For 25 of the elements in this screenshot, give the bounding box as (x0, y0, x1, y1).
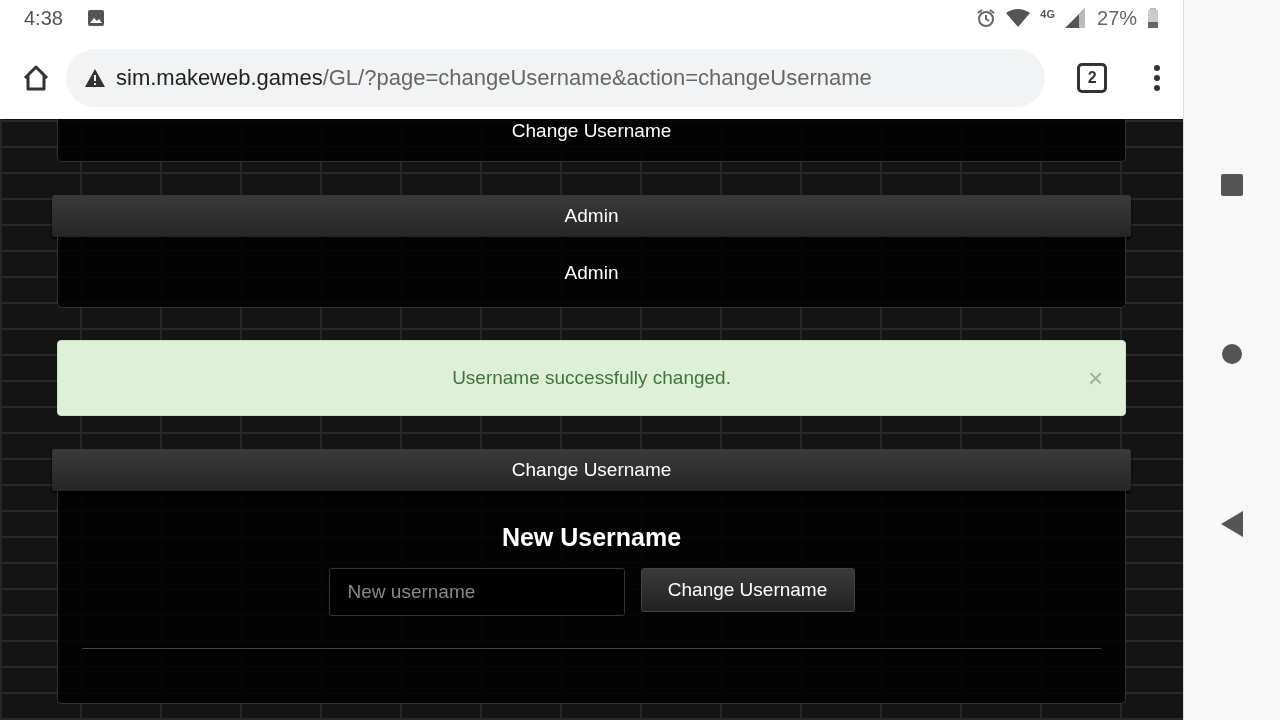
warning-icon (84, 67, 106, 88)
recents-icon[interactable] (1220, 173, 1245, 197)
home-button-icon[interactable] (1221, 343, 1244, 365)
alert-message: Username successfully changed. (452, 367, 731, 389)
panel-header: Admin (52, 195, 1132, 237)
panel-text: Change Username (511, 121, 672, 140)
alarm-icon (976, 8, 997, 28)
menu-icon[interactable] (1153, 64, 1162, 91)
home-icon[interactable] (22, 63, 50, 92)
wifi-icon (1006, 9, 1031, 27)
change-username-button[interactable]: Change Username (640, 568, 855, 612)
back-icon[interactable] (1221, 511, 1244, 537)
username-field[interactable]: New username (328, 568, 625, 616)
network-type: 4G (1040, 8, 1056, 20)
signal-icon (1065, 8, 1088, 28)
panel-header: Change Username (52, 449, 1132, 491)
address-bar[interactable]: sim.makeweb.games/GL/?page=changeUsername&action=changeUsername (66, 48, 1046, 107)
image-icon (86, 9, 105, 27)
panel-text: Admin (564, 262, 619, 282)
url-text: sim.makeweb.games/GL/?page=changeUsername&action=changeUsername (116, 64, 872, 91)
battery-percent: 27% (1097, 6, 1138, 30)
form-title: New Username (501, 523, 682, 552)
tab-count-button[interactable]: 2 (1077, 62, 1108, 93)
battery-icon (1147, 8, 1160, 28)
status-time: 4:38 (24, 6, 63, 30)
